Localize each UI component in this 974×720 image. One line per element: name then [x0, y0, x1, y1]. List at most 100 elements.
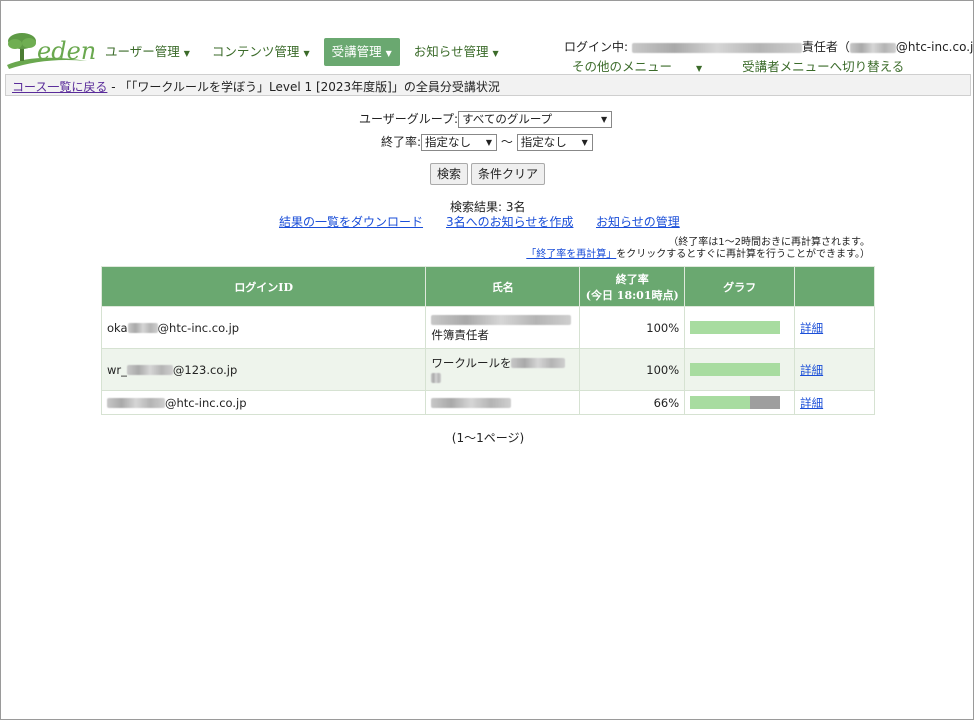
caret-down-icon: ▼	[492, 49, 499, 58]
rate-from-value: 指定なし	[425, 135, 472, 149]
cell-detail: 詳細	[794, 348, 875, 391]
app-window: eden ユーザー管理 ▼ コンテンツ管理 ▼ 受講管理 ▼ お知らせ管理 ▼ ログイン…	[0, 0, 974, 720]
login-id-suffix: @123.co.jp	[172, 362, 238, 377]
progress-fill	[690, 363, 781, 376]
cell-login-id: @htc-inc.co.jp	[100, 390, 427, 415]
cell-name	[425, 390, 581, 415]
dropdown-arrow-icon: ▼	[581, 138, 588, 147]
rate-range-separator: 〜	[500, 135, 513, 149]
search-button[interactable]: 検索	[430, 163, 469, 185]
cell-rate: 66%	[579, 390, 686, 415]
progress-bar	[690, 396, 781, 409]
cell-detail: 詳細	[794, 390, 875, 415]
header-rate-timestamp: (今日 18:01時点)	[585, 288, 679, 302]
progress-fill	[690, 321, 781, 334]
breadcrumb-separator: -	[107, 80, 120, 94]
login-id-suffix: @htc-inc.co.jp	[165, 395, 247, 410]
login-info: ログイン中: 責任者（ @htc-inc.co.jp）	[564, 38, 974, 55]
cell-name: ワークルールを	[425, 348, 581, 391]
redacted-login	[127, 323, 158, 333]
header-detail	[794, 266, 875, 307]
caret-down-icon: ▼	[183, 49, 190, 58]
caret-down-icon: ▼	[696, 64, 703, 73]
cell-graph	[684, 390, 796, 415]
group-select-value: すべてのグループ	[462, 112, 553, 126]
manage-notices-link[interactable]: お知らせの管理	[596, 213, 680, 230]
login-email-suffix: @htc-inc.co.jp）	[895, 40, 974, 54]
cell-rate: 100%	[579, 348, 686, 391]
cell-login-id: wr_ @123.co.jp	[100, 348, 427, 391]
table-row: oka @htc-inc.co.jp 件簿責任者 100% 詳細	[100, 306, 875, 349]
caret-down-icon: ▼	[303, 49, 310, 58]
cell-graph	[684, 348, 796, 391]
group-select[interactable]: すべてのグループ ▼	[458, 111, 613, 128]
redacted-name	[431, 315, 572, 325]
redacted-login	[107, 398, 165, 408]
header-rate[interactable]: 終了率 (今日 18:01時点)	[579, 266, 686, 307]
table-row: wr_ @123.co.jp ワークルールを 100% 詳細	[100, 348, 875, 391]
detail-link[interactable]: 詳細	[800, 321, 823, 335]
name-visible: 件簿責任者	[431, 327, 489, 342]
cell-graph	[684, 306, 796, 349]
login-prefix: ログイン中:	[564, 40, 629, 54]
nav-content-management[interactable]: コンテンツ管理 ▼	[204, 38, 318, 66]
caret-down-icon: ▼	[385, 49, 392, 58]
nav-label: ユーザー管理	[105, 44, 180, 59]
redacted-name	[431, 398, 512, 408]
login-id-suffix: @htc-inc.co.jp	[157, 320, 240, 335]
nav-course-management[interactable]: 受講管理 ▼	[323, 38, 400, 66]
breadcrumb: コース一覧に戻る - 「「ワークルールを学ぼう」Level 1 [2023年度版…	[5, 74, 971, 96]
pagination-info: (1〜1ページ)	[451, 431, 525, 445]
recalc-note-line2: 「終了率を再計算」をクリックするとすぐに再計算を行うことができます。）	[526, 245, 870, 260]
rate-filter: 終了率: 指定なし ▼ 〜 指定なし ▼	[381, 133, 593, 151]
download-results-link[interactable]: 結果の一覧をダウンロード	[279, 213, 423, 230]
rate-from-select[interactable]: 指定なし ▼	[421, 134, 498, 151]
switch-to-learner-link[interactable]: 受講者メニューへ切り替える	[742, 56, 904, 75]
cell-detail: 詳細	[794, 306, 875, 349]
other-menu-dropdown[interactable]: その他のメニュー ▼	[572, 56, 722, 75]
redacted-name	[511, 358, 566, 368]
redacted-user-name	[631, 42, 802, 53]
create-notice-link[interactable]: 3名へのお知らせを作成	[446, 213, 573, 230]
cell-name: 件簿責任者	[425, 306, 581, 349]
cell-rate: 100%	[579, 306, 686, 349]
detail-link[interactable]: 詳細	[800, 396, 823, 410]
group-filter-label: ユーザーグループ:	[359, 112, 459, 126]
name-visible: ワークルールを	[431, 355, 512, 370]
login-role: 責任者（	[801, 40, 850, 54]
progress-bar	[690, 363, 781, 376]
login-id-prefix: oka	[107, 320, 128, 335]
recalc-note-text: をクリックするとすぐに再計算を行うことができます。）	[616, 249, 870, 260]
rate-to-value: 指定なし	[520, 135, 567, 149]
header-graph: グラフ	[684, 266, 796, 307]
recalculate-link[interactable]: 「終了率を再計算」	[526, 249, 616, 260]
nav-label: お知らせ管理	[413, 44, 489, 59]
back-to-course-list-link[interactable]: コース一覧に戻る	[12, 80, 107, 94]
detail-link[interactable]: 詳細	[800, 363, 823, 377]
redacted-login	[126, 365, 173, 375]
nav-label: コンテンツ管理	[211, 44, 300, 59]
group-filter: ユーザーグループ: すべてのグループ ▼	[359, 110, 613, 128]
sub-menu: その他のメニュー ▼ 受講者メニューへ切り替える	[572, 56, 924, 75]
header-login-id[interactable]: ログインID	[100, 266, 427, 307]
rate-filter-label: 終了率:	[381, 135, 422, 149]
main-nav: ユーザー管理 ▼ コンテンツ管理 ▼ 受講管理 ▼ お知らせ管理 ▼	[97, 38, 513, 66]
dropdown-arrow-icon: ▼	[485, 138, 493, 147]
nav-user-management[interactable]: ユーザー管理 ▼	[97, 38, 198, 66]
progress-fill	[690, 396, 750, 409]
rate-to-select[interactable]: 指定なし ▼	[516, 134, 593, 151]
cell-login-id: oka @htc-inc.co.jp	[100, 306, 427, 349]
header-rate-title: 終了率	[615, 272, 649, 286]
logo-text: eden	[37, 37, 97, 65]
results-table: ログインID 氏名 終了率 (今日 18:01時点) グラフ oka @htc-in…	[100, 266, 875, 415]
nav-notice-management[interactable]: お知らせ管理 ▼	[406, 38, 507, 66]
table-row: @htc-inc.co.jp 66% 詳細	[100, 390, 875, 415]
nav-label: 受講管理	[331, 44, 382, 59]
header-name[interactable]: 氏名	[425, 266, 581, 307]
progress-bar	[690, 321, 781, 334]
clear-conditions-button[interactable]: 条件クリア	[471, 163, 546, 185]
redacted-name-2	[431, 373, 442, 383]
redacted-email	[849, 42, 896, 53]
other-menu-label: その他のメニュー	[572, 59, 673, 74]
login-id-prefix: wr_	[107, 362, 127, 377]
